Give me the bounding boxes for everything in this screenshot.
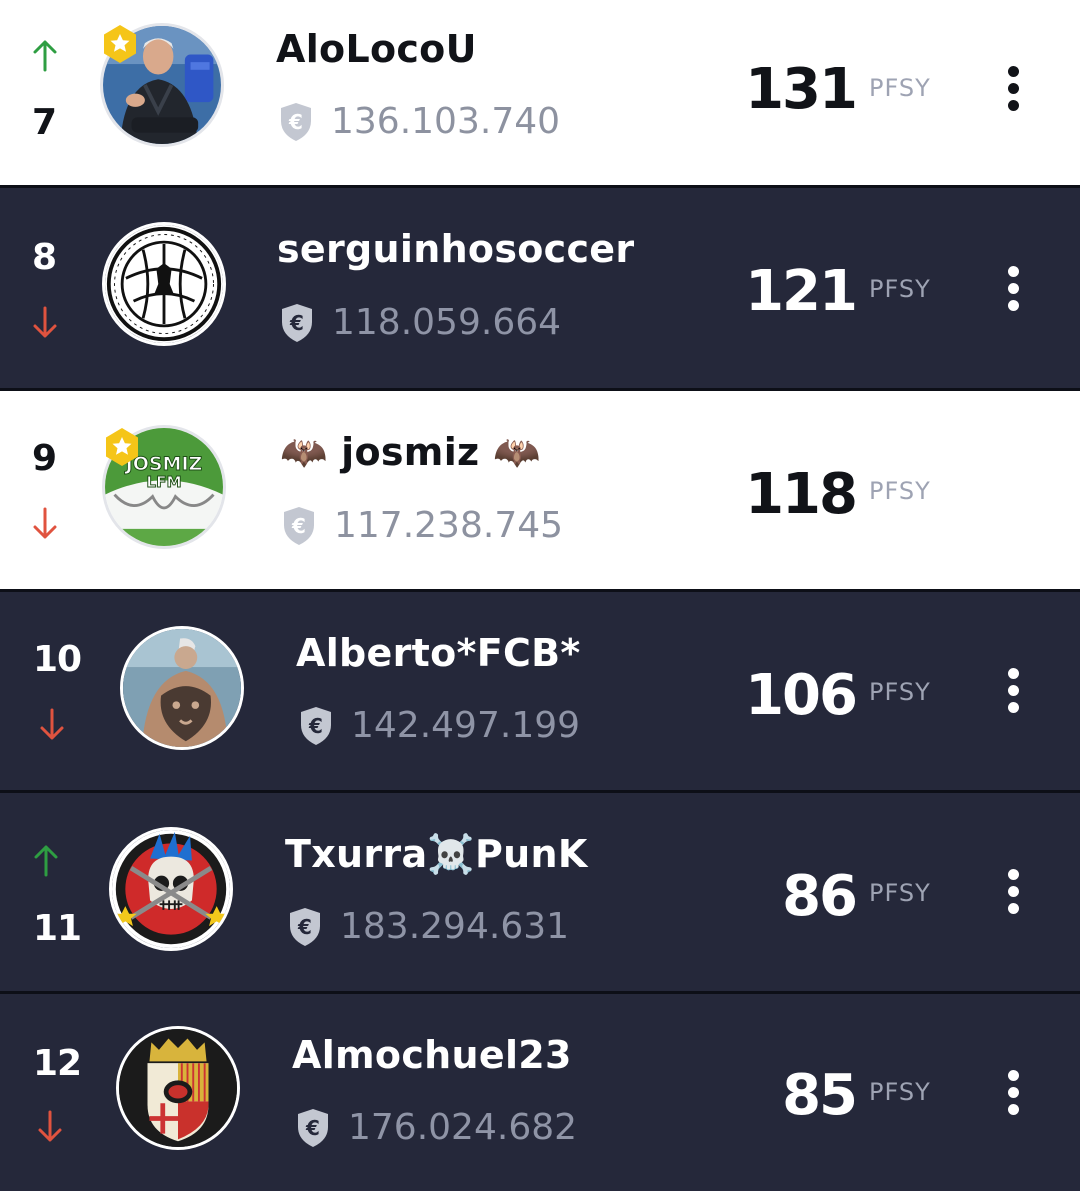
ranking-row[interactable]: 10 Alberto*FCB* € 142.497.199 106 PFSY: [0, 592, 1080, 790]
team-name[interactable]: Alberto*FCB*: [296, 634, 581, 672]
team-name[interactable]: Txurra☠️PunK: [285, 835, 588, 873]
points-value: 86: [782, 864, 858, 929]
more-options-icon[interactable]: [996, 1062, 1032, 1122]
team-name[interactable]: AloLocoU: [276, 30, 477, 68]
points-unit: PFSY: [869, 678, 931, 706]
rank-number: 7: [32, 102, 57, 143]
star-badge-icon: [104, 25, 136, 63]
euro-shield-icon: €: [284, 507, 314, 545]
points-value: 131: [745, 57, 858, 122]
rank-number: 9: [32, 438, 57, 479]
rank-number: 8: [32, 237, 57, 278]
points-value: 106: [745, 663, 858, 728]
svg-text:€: €: [291, 514, 306, 538]
ranking-row[interactable]: 9 JOSMIZ LFM 🦇 josmiz 🦇 € 117.238.745 11…: [0, 391, 1080, 589]
rank-number: 11: [33, 908, 82, 949]
rank-number: 10: [33, 639, 82, 680]
trend-up-icon: [33, 40, 57, 72]
more-options-icon[interactable]: [996, 258, 1032, 318]
rank-number: 12: [33, 1043, 82, 1084]
avatar[interactable]: [120, 626, 244, 750]
avatar[interactable]: [109, 827, 233, 951]
points-unit: PFSY: [869, 477, 931, 505]
svg-text:€: €: [288, 110, 303, 134]
rank-box: 10: [33, 640, 93, 770]
euro-shield-icon: €: [281, 103, 311, 141]
points-value: 121: [745, 259, 858, 324]
tattoo-back-photo-icon: [123, 629, 241, 747]
coat-of-arms-icon: [119, 1029, 237, 1147]
svg-text:€: €: [308, 714, 323, 738]
trend-down-icon: [40, 708, 64, 740]
trend-up-icon: [34, 845, 58, 877]
svg-text:LFM: LFM: [146, 473, 181, 491]
rank-box: 8: [32, 238, 92, 368]
punk-skull-icon: [112, 830, 230, 948]
ranking-row[interactable]: 12 Almochuel23 € 176.024.682 85 PFSY: [0, 994, 1080, 1191]
more-options-icon[interactable]: [996, 58, 1032, 118]
trend-down-icon: [33, 306, 57, 338]
team-name[interactable]: Almochuel23: [292, 1036, 572, 1074]
trend-down-icon: [33, 507, 57, 539]
more-options-icon[interactable]: [996, 861, 1032, 921]
ranking-row[interactable]: 8 serguinhosoccer € 118.059.664 121 PFSY: [0, 188, 1080, 388]
svg-text:€: €: [289, 311, 304, 335]
euro-shield-icon: €: [282, 304, 312, 342]
ranking-row[interactable]: 11 Txurra☠️PunK € 183.294.631 86 PFSY: [0, 793, 1080, 991]
espiritu-indomable-badge-icon: [105, 225, 223, 343]
euro-shield-icon: €: [290, 908, 320, 946]
budget-value: 142.497.199: [351, 705, 581, 746]
budget-value: 118.059.664: [332, 302, 562, 343]
svg-text:€: €: [305, 1116, 320, 1140]
euro-shield-icon: €: [298, 1109, 328, 1147]
points-unit: PFSY: [869, 1078, 931, 1106]
star-badge-icon: [106, 428, 138, 466]
points-value: 85: [782, 1063, 858, 1128]
more-options-icon[interactable]: [996, 660, 1032, 720]
points-value: 118: [745, 462, 858, 527]
svg-text:€: €: [297, 915, 312, 939]
rank-box: 12: [33, 1044, 93, 1174]
team-name[interactable]: 🦇 josmiz 🦇: [280, 433, 541, 471]
points-unit: PFSY: [869, 275, 931, 303]
ranking-row[interactable]: 7 AloLocoU € 136.103.740 131 PFSY: [0, 0, 1080, 186]
euro-shield-icon: €: [301, 707, 331, 745]
ranking-list: 7 AloLocoU € 136.103.740 131 PFSY 8 serg…: [0, 0, 1080, 1191]
budget-value: 117.238.745: [334, 505, 564, 546]
rank-box: 9: [32, 439, 92, 569]
points-unit: PFSY: [869, 74, 931, 102]
avatar[interactable]: [102, 222, 226, 346]
points-unit: PFSY: [869, 879, 931, 907]
trend-down-icon: [38, 1110, 62, 1142]
budget-value: 183.294.631: [340, 906, 570, 947]
avatar[interactable]: [116, 1026, 240, 1150]
rank-box: 7: [32, 28, 92, 158]
team-name[interactable]: serguinhosoccer: [277, 230, 634, 268]
budget-value: 176.024.682: [348, 1107, 578, 1148]
budget-value: 136.103.740: [331, 101, 561, 142]
rank-box: 11: [33, 839, 93, 969]
